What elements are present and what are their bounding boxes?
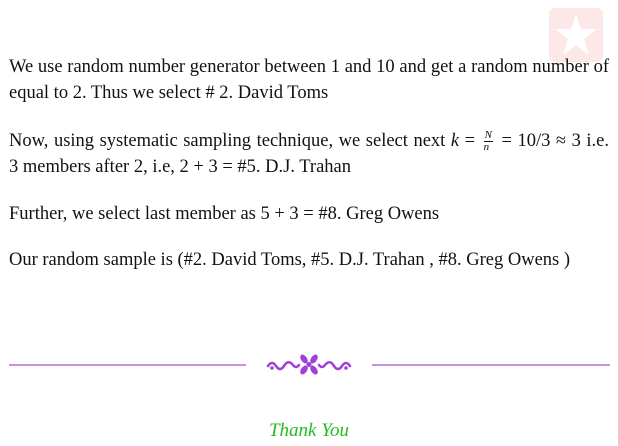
divider-right [372, 364, 610, 366]
paragraph-systematic-step: Now, using systematic sampling technique… [9, 128, 609, 180]
flourish-ornament-icon [266, 354, 352, 375]
paragraph-last-member: Further, we select last member as 5 + 3 … [9, 204, 440, 224]
text: Now, using systematic sampling technique… [9, 131, 446, 151]
paragraph-random-start: We use random number generator between 1… [9, 57, 609, 103]
divider-left [9, 364, 246, 366]
math-eq: = [464, 131, 476, 151]
thank-you-text: Thank You [268, 420, 350, 441]
paragraph-sample-result: Our random sample is (#2. David Toms, #5… [9, 250, 571, 270]
denominator: n [483, 141, 490, 154]
math-k: k [450, 131, 460, 151]
fraction: Nn [483, 130, 493, 154]
